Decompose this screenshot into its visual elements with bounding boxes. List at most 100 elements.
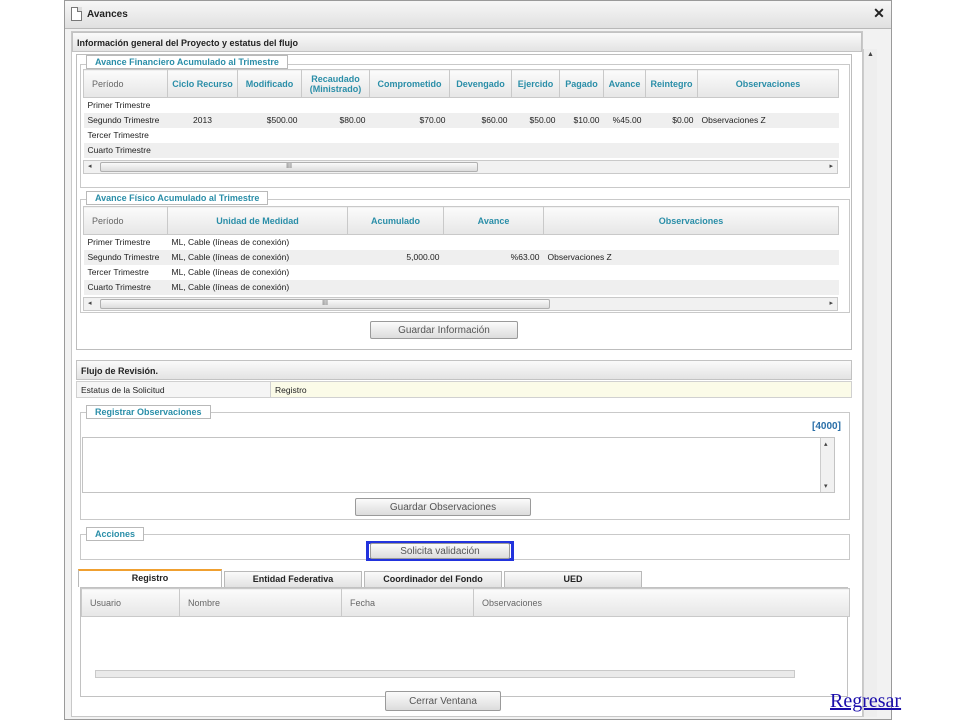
financial-column-header[interactable]: Recaudado (Ministrado) [301,69,370,98]
observations-scrollbar[interactable]: ▴ ▾ [820,438,834,492]
tab-ued[interactable]: UED [504,571,642,587]
financial-cell [238,128,302,143]
physical-cell: 5,000.00 [347,249,444,265]
scroll-down-icon[interactable]: ▾ [824,482,828,490]
financial-cell [237,142,302,158]
history-column-header[interactable]: Usuario [81,588,180,617]
financial-cell [370,98,450,113]
scroll-up-icon[interactable]: ▴ [824,440,828,448]
physical-cell [543,279,839,295]
physical-column-header[interactable]: Avance [443,206,544,235]
financial-table-row[interactable]: Primer Trimestre [84,98,839,113]
physical-grid: Período Unidad de Medidad Acumulado Avance O… [83,206,839,311]
financial-cell [698,98,839,113]
save-information-button[interactable]: Guardar Información [370,321,518,339]
scroll-right-icon[interactable]: ▸ [829,299,833,307]
physical-table-row[interactable]: Cuarto Trimestre ML, Cable (líneas de con… [83,279,839,295]
history-column-header[interactable]: Observaciones [473,588,850,617]
physical-table-row[interactable]: Segundo Trimestre ML, Cable (líneas de co… [83,249,839,265]
financial-cell [370,128,450,143]
physical-cell: ML, Cable (líneas de conexión) [171,267,290,277]
financial-column-header[interactable]: Período [83,69,168,98]
physical-cell [444,235,544,250]
financial-scroll-thumb[interactable]: III [100,161,478,172]
observations-char-counter: [4000] [812,421,841,432]
financial-cell: $0.00 [645,112,698,128]
physical-cell: ML, Cable (líneas de conexión) [167,249,348,265]
physical-table-row[interactable]: Primer Trimestre ML, Cable (líneas de con… [84,235,839,250]
tab-registro[interactable]: Registro [78,569,222,587]
financial-cell: Cuarto Trimestre [83,142,168,158]
physical-cell [348,265,444,280]
financial-cell: Primer Trimestre [87,100,151,111]
financial-cell [449,142,512,158]
physical-column-header[interactable]: Período [83,206,168,235]
close-window-button[interactable]: Cerrar Ventana [385,691,501,711]
history-grid: Usuario Nombre Fecha Observaciones [80,587,850,697]
physical-column-header[interactable]: Acumulado [347,206,444,235]
financial-cell [604,128,646,143]
physical-hscroll[interactable]: ◂ III ▸ [83,296,838,311]
financial-cell [168,128,238,143]
financial-table: Período Ciclo Recurso Modificado Recaudado … [83,69,839,158]
observations-textarea[interactable] [82,437,835,493]
physical-column-header[interactable]: Observaciones [543,206,839,235]
financial-legend: Avance Financiero Acumulado al Trimestre [86,55,288,69]
save-observations-button[interactable]: Guardar Observaciones [355,498,531,516]
financial-column-header[interactable]: Comprometido [369,69,450,98]
financial-cell: $50.00 [511,112,560,128]
financial-cell [646,128,698,143]
window-titlebar: Avances ✕ [65,1,891,29]
financial-table-row[interactable]: Segundo Trimestre 2013 $500.00 $80.00 $70.00… [83,112,839,128]
financial-cell [238,98,302,113]
financial-cell [450,98,512,113]
physical-legend: Avance Físico Acumulado al Trimestre [86,191,269,205]
financial-cell [698,128,839,143]
back-link[interactable]: Regresar [830,690,901,713]
financial-column-header[interactable]: Observaciones [697,69,839,98]
financial-column-header[interactable]: Modificado [237,69,302,98]
financial-column-header[interactable]: Avance [603,69,646,98]
financial-cell [302,98,370,113]
physical-table-row[interactable]: Tercer Trimestre ML, Cable (líneas de con… [84,265,839,280]
financial-table-row[interactable]: Cuarto Trimestre [83,142,839,158]
physical-column-header[interactable]: Unidad de Medidad [167,206,348,235]
financial-column-header[interactable]: Ciclo Recurso [167,69,238,98]
financial-cell: $500.00 [237,112,302,128]
financial-cell [168,98,238,113]
financial-cell [646,98,698,113]
history-column-header[interactable]: Fecha [341,588,474,617]
financial-cell: %45.00 [603,112,646,128]
financial-hscroll[interactable]: ◂ III ▸ [83,159,838,174]
financial-column-header[interactable]: Reintegro [645,69,698,98]
financial-cell [560,98,604,113]
history-table: Usuario Nombre Fecha Observaciones [81,588,850,617]
window-title: Avances [87,9,128,20]
physical-cell: Cuarto Trimestre [83,279,168,295]
financial-cell: $60.00 [449,112,512,128]
document-icon [71,7,82,21]
scroll-left-icon[interactable]: ◂ [88,162,92,170]
financial-column-header[interactable]: Ejercido [511,69,560,98]
scroll-right-icon[interactable]: ▸ [829,162,833,170]
financial-cell [450,128,512,143]
physical-cell [444,265,544,280]
tab-coordinador-del-fondo[interactable]: Coordinador del Fondo [364,571,502,587]
tab-entidad-federativa[interactable]: Entidad Federativa [224,571,362,587]
financial-column-header[interactable]: Devengado [449,69,512,98]
physical-scroll-thumb[interactable]: III [100,298,550,309]
request-validation-button[interactable]: Solicita validación [370,543,510,559]
history-column-header[interactable]: Nombre [179,588,342,617]
scroll-up-icon[interactable]: ▲ [867,51,874,58]
status-label: Estatus de la Solicitud [76,381,271,398]
close-icon[interactable]: ✕ [871,5,887,21]
physical-cell: ML, Cable (líneas de conexión) [171,237,290,248]
financial-cell [604,98,646,113]
financial-table-row[interactable]: Tercer Trimestre [84,128,839,143]
financial-column-header[interactable]: Pagado [559,69,604,98]
status-value: Registro [270,381,852,398]
history-hscroll[interactable] [95,670,795,678]
window-vertical-scrollbar[interactable]: ▲ [863,49,877,717]
scroll-left-icon[interactable]: ◂ [88,299,92,307]
financial-cell: 2013 [167,112,238,128]
